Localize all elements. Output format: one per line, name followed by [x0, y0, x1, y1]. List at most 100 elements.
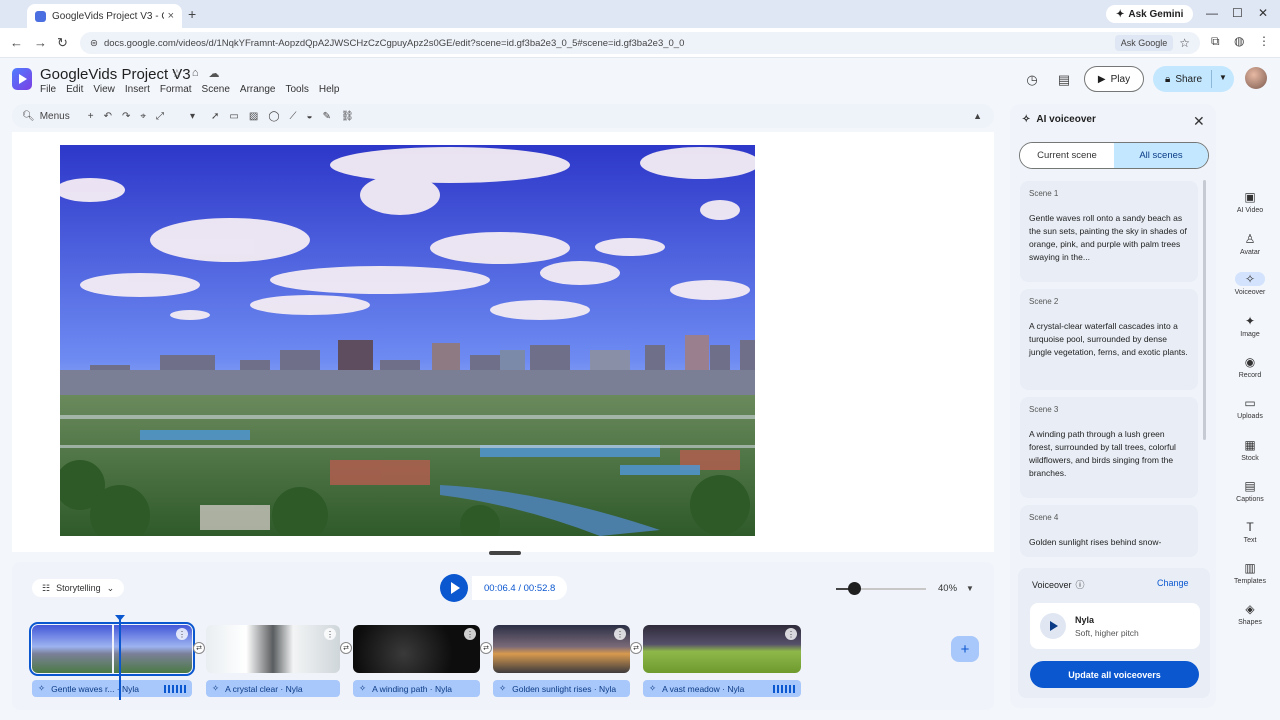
window-close-icon[interactable]: ✕: [1258, 6, 1268, 20]
timeline-clip-scene-1[interactable]: ⋮: [29, 622, 195, 676]
extensions-icon[interactable]: ⧉: [1211, 34, 1220, 49]
menu-file[interactable]: File: [40, 84, 56, 95]
line-icon[interactable]: ⟋: [290, 111, 297, 122]
scene-script-card[interactable]: Scene 2 A crystal-clear waterfall cascad…: [1020, 289, 1198, 390]
rail-item-avatar[interactable]: ♙ Avatar: [1226, 232, 1274, 256]
forward-icon[interactable]: →: [34, 35, 47, 50]
rail-item-shapes[interactable]: ◈ Shapes: [1226, 602, 1274, 626]
rail-item-voiceover[interactable]: ✧ Voiceover: [1226, 272, 1274, 296]
undo-icon[interactable]: ↶: [104, 111, 112, 122]
scene-script-card[interactable]: Scene 3 A winding path through a lush gr…: [1020, 397, 1198, 498]
bookmark-star-icon[interactable]: ☆: [1179, 36, 1190, 50]
menu-insert[interactable]: Insert: [125, 84, 150, 95]
timeline-clip-scene-3[interactable]: ⋮: [353, 625, 480, 673]
maximize-icon[interactable]: ☐: [1232, 6, 1243, 20]
menu-view[interactable]: View: [93, 84, 115, 95]
ask-google-chip[interactable]: Ask Google: [1114, 35, 1174, 51]
account-avatar[interactable]: [1245, 67, 1267, 89]
history-icon[interactable]: ◷: [1022, 70, 1042, 90]
info-icon[interactable]: ⓘ: [1076, 578, 1085, 591]
close-icon[interactable]: ✕: [1193, 113, 1205, 130]
link-icon[interactable]: ⛓: [341, 111, 354, 122]
vids-logo-icon[interactable]: [12, 68, 32, 90]
storytelling-dropdown[interactable]: ☷ Storytelling ⌄: [32, 579, 125, 597]
address-bar[interactable]: ⊜ docs.google.com/videos/d/1NqkYFramnt-A…: [80, 32, 1200, 54]
timeline-clip-scene-4[interactable]: ⋮: [493, 625, 630, 673]
collapse-toolbar-icon[interactable]: ▲: [973, 111, 982, 121]
clip-options-icon[interactable]: ⋮: [464, 628, 476, 640]
add-icon[interactable]: +: [88, 111, 94, 122]
redo-icon[interactable]: ↷: [122, 111, 130, 122]
canvas-resize-handle[interactable]: [489, 551, 521, 555]
back-icon[interactable]: ←: [10, 35, 23, 50]
rail-item-templates[interactable]: ▥ Templates: [1226, 561, 1274, 585]
panel-scrollbar[interactable]: [1203, 180, 1206, 440]
profile-icon[interactable]: ◍: [1234, 34, 1244, 48]
rail-item-stock[interactable]: ▦ Stock: [1226, 438, 1274, 462]
scene-preview-image[interactable]: [60, 145, 755, 536]
site-info-icon[interactable]: ⊜: [90, 38, 98, 49]
kebab-icon[interactable]: ⋮: [1258, 34, 1270, 48]
new-tab-button[interactable]: +: [188, 6, 196, 22]
comments-icon[interactable]: ▤: [1054, 70, 1074, 90]
browser-tab[interactable]: GoogleVids Project V3 - G... ×: [27, 4, 182, 28]
voiceover-chip[interactable]: ✧ A crystal clear · Nyla: [206, 680, 340, 697]
share-button[interactable]: 🔒︎ Share ▼: [1153, 66, 1234, 92]
update-all-voiceovers-button[interactable]: Update all voiceovers: [1030, 661, 1199, 688]
rail-item-captions[interactable]: ▤ Captions: [1226, 479, 1274, 503]
menu-help[interactable]: Help: [319, 84, 340, 95]
clip-options-icon[interactable]: ⋮: [324, 628, 336, 640]
ask-gemini-button[interactable]: ✦ Ask Gemini: [1106, 5, 1194, 23]
voiceover-chip[interactable]: ✧ Gentle waves r... · Nyla: [32, 680, 192, 697]
zoom-dropdown-icon[interactable]: ▼: [966, 584, 974, 593]
change-voice-link[interactable]: Change: [1157, 578, 1189, 588]
rail-item-uploads[interactable]: ▭ Uploads: [1226, 396, 1274, 420]
minimize-icon[interactable]: —: [1206, 6, 1218, 20]
text-box-icon[interactable]: ▭: [229, 111, 238, 122]
border-color-icon[interactable]: ✎: [323, 111, 331, 122]
menu-arrange[interactable]: Arrange: [240, 84, 276, 95]
scene-script-text[interactable]: Golden sunlight rises behind snow-: [1029, 536, 1189, 549]
clip-options-icon[interactable]: ⋮: [614, 628, 626, 640]
rail-item-image[interactable]: ✦ Image: [1226, 314, 1274, 338]
rail-item-ai-video[interactable]: ▣ AI Video: [1226, 190, 1274, 214]
timeline-clip-scene-2[interactable]: ⋮: [206, 625, 340, 673]
reload-icon[interactable]: ↻: [57, 35, 68, 51]
clip-options-icon[interactable]: ⋮: [176, 628, 188, 640]
scene-script-card[interactable]: Scene 1 Gentle waves roll onto a sandy b…: [1020, 181, 1198, 282]
star-icon[interactable]: ☆: [172, 67, 182, 80]
shape-icon[interactable]: ◯: [268, 111, 279, 122]
transition-icon[interactable]: ⇄: [480, 642, 492, 654]
scene-script-text[interactable]: Gentle waves roll onto a sandy beach as …: [1029, 212, 1189, 264]
tab-close-icon[interactable]: ×: [168, 10, 174, 22]
voiceover-chip[interactable]: ✧ A vast meadow · Nyla: [643, 680, 801, 697]
transition-icon[interactable]: ⇄: [193, 642, 205, 654]
clip-options-icon[interactable]: ⋮: [785, 628, 797, 640]
menu-format[interactable]: Format: [160, 84, 192, 95]
zoom-dropdown-icon[interactable]: ▾: [190, 111, 195, 122]
menu-edit[interactable]: Edit: [66, 84, 83, 95]
transition-icon[interactable]: ⇄: [630, 642, 642, 654]
scene-script-text[interactable]: A winding path through a lush green fore…: [1029, 428, 1189, 480]
playhead-line[interactable]: [119, 618, 121, 700]
document-title[interactable]: GoogleVids Project V3: [40, 66, 191, 83]
zoom-slider-handle[interactable]: [848, 582, 861, 595]
rail-item-text[interactable]: T Text: [1226, 520, 1274, 544]
menu-scene[interactable]: Scene: [202, 84, 230, 95]
menus-search[interactable]: 🔍︎ Menus: [22, 111, 78, 122]
cloud-status-icon[interactable]: ☁: [209, 67, 220, 80]
voiceover-chip[interactable]: ✧ A winding path · Nyla: [353, 680, 480, 697]
timeline-clip-scene-5[interactable]: ⋮: [643, 625, 801, 673]
add-scene-button[interactable]: +: [951, 636, 979, 662]
scene-script-card[interactable]: Scene 4 Golden sunlight rises behind sno…: [1020, 505, 1198, 557]
voice-preview-play-button[interactable]: [1040, 613, 1066, 639]
move-folder-icon[interactable]: ⌂: [192, 67, 199, 80]
transition-icon[interactable]: ⇄: [340, 642, 352, 654]
timeline-play-button[interactable]: [440, 574, 468, 602]
zoom-fit-icon[interactable]: ⤢: [156, 111, 164, 122]
fill-color-icon[interactable]: ◒: [307, 111, 313, 122]
image-icon[interactable]: ▨: [249, 111, 258, 122]
rail-item-record[interactable]: ◉ Record: [1226, 355, 1274, 379]
scene-script-text[interactable]: A crystal-clear waterfall cascades into …: [1029, 320, 1189, 359]
tab-current-scene[interactable]: Current scene: [1020, 143, 1114, 168]
